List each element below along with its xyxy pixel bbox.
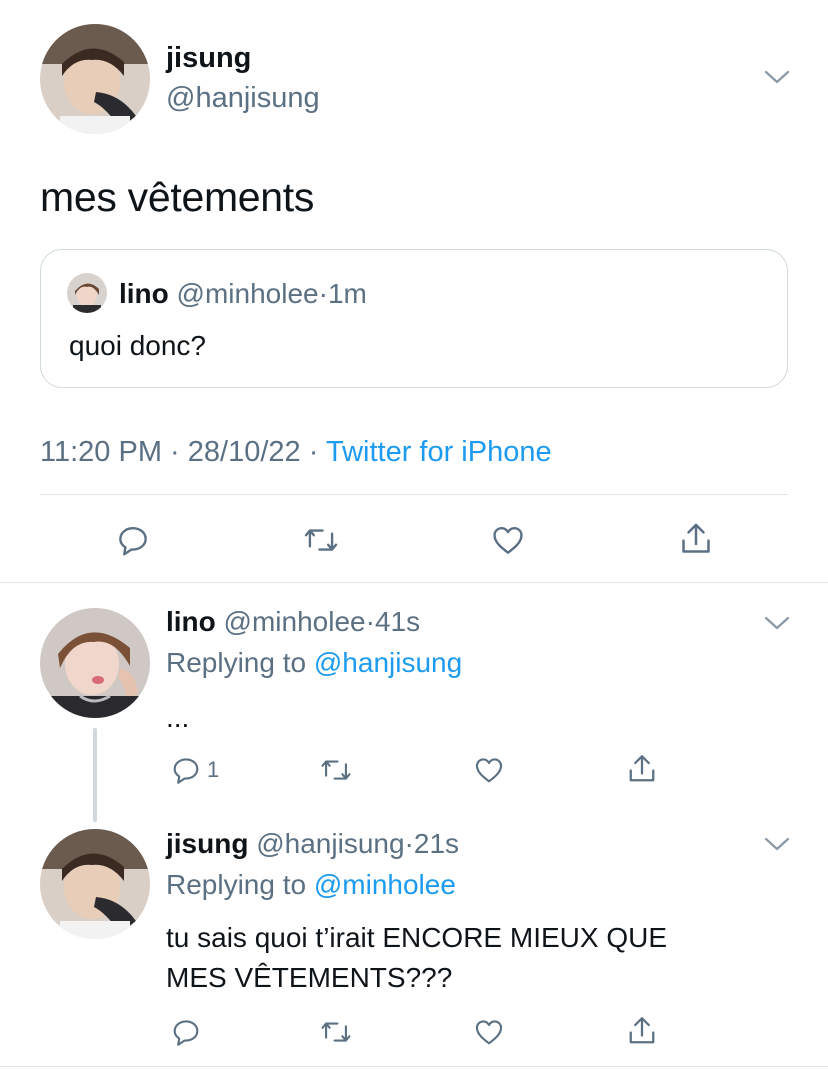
reply-author-handle[interactable]: @hanjisung [256,828,404,859]
like-button[interactable] [488,521,528,559]
quoted-author-name: lino [119,278,169,309]
like-button[interactable] [471,1015,507,1049]
like-icon [475,758,503,783]
tweet-date: 28/10/22 [187,436,301,468]
reply-text: tu sais quoi t’irait ENCORE MIEUX QUE ME… [166,918,667,998]
reply-button[interactable] [169,1015,203,1049]
reply-author-handle[interactable]: @minholee [224,606,366,637]
thread-connector [93,728,97,822]
like-icon [493,526,523,554]
separator-dot: · [365,606,375,637]
replying-to: Replying to @hanjisung [166,647,462,679]
reply-header: lino @minholee·41s [166,606,420,638]
retweet-button[interactable] [301,521,341,559]
separator-dot: · [308,436,319,468]
replying-to: Replying to @minholee [166,869,456,901]
avatar-lino[interactable] [40,608,150,718]
quoted-tweet-header: lino @minholee·1m [119,278,367,310]
avatar-jisung[interactable] [40,24,150,134]
separator-dot: · [404,828,414,859]
chevron-down-icon[interactable] [763,614,791,632]
share-icon [629,1017,655,1044]
reply-time[interactable]: 41s [375,606,420,637]
reply-icon [173,1020,199,1046]
reply-count: 1 [207,757,220,782]
divider [0,582,828,583]
quoted-tweet-card[interactable]: lino @minholee·1m quoi donc? [40,249,788,388]
separator-dot: · [318,278,328,309]
author-name[interactable]: jisung [166,42,251,75]
separator-dot: · [170,436,180,468]
author-handle[interactable]: @hanjisung [166,82,320,115]
share-icon [682,523,710,553]
reply-text-line: MES VÊTEMENTS??? [166,962,453,993]
tweet-time: 11:20 PM [40,436,162,468]
reply-icon [119,526,147,556]
share-icon [629,755,655,782]
replying-prefix: Replying to [166,869,307,900]
tweet-source-link[interactable]: Twitter for iPhone [326,436,552,468]
replying-prefix: Replying to [166,647,307,678]
avatar-lino-small [67,273,107,313]
reply-button[interactable] [114,521,152,559]
avatar-jisung[interactable] [40,829,150,939]
mention-link[interactable]: @hanjisung [314,647,462,678]
reply-time[interactable]: 21s [414,828,459,859]
like-button[interactable] [471,753,507,787]
retweet-button[interactable] [318,753,354,787]
chevron-down-icon[interactable] [763,835,791,853]
retweet-icon [321,1022,351,1042]
quoted-tweet-text: quoi donc? [69,330,207,361]
quoted-time: 1m [327,278,367,309]
tweet-text: mes vêtements [40,174,315,220]
share-button[interactable] [624,751,660,787]
retweet-icon [321,760,351,780]
reply-text: ... [166,702,190,733]
retweet-button[interactable] [318,1015,354,1049]
share-button[interactable] [624,1013,660,1049]
mention-link[interactable]: @minholee [314,869,456,900]
reply-author-name[interactable]: lino [166,606,216,637]
share-button[interactable] [676,519,716,559]
quoted-author-handle: @minholee [176,278,319,309]
reply-author-name[interactable]: jisung [166,828,248,859]
retweet-icon [304,529,338,551]
tweet-meta: 11:20 PM · 28/10/22 · Twitter for iPhone [40,436,552,469]
reply-text-line: tu sais quoi t’irait ENCORE MIEUX QUE [166,922,668,953]
chevron-down-icon[interactable] [763,68,791,86]
divider [0,1066,828,1067]
reply-button[interactable]: 1 [169,753,219,787]
divider [40,494,788,495]
like-icon [475,1020,503,1045]
reply-header: jisung @hanjisung·21s [166,828,459,860]
reply-icon [173,758,199,784]
